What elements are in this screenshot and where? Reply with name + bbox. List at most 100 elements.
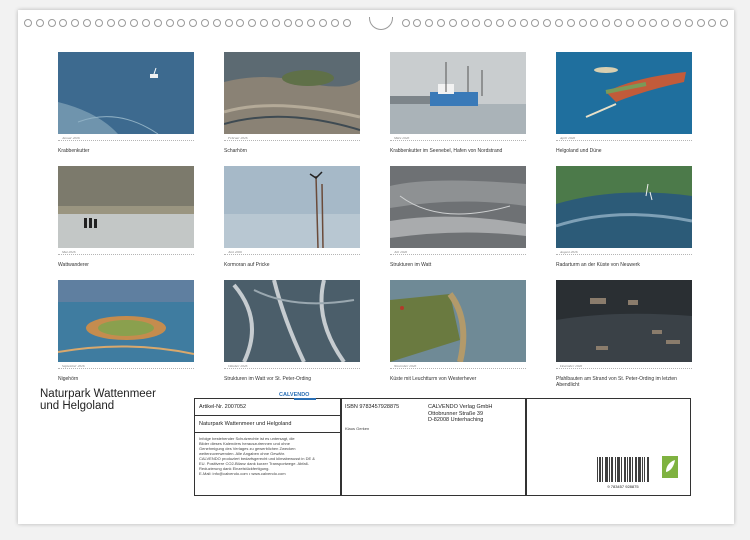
binding-ring-icon [212,19,221,27]
mini-calendar-strip [556,368,692,373]
publisher-address: CALVENDO Verlag GmbH Ottobrunner Straße … [428,404,493,423]
binding-ring-icon [460,19,469,27]
binding-ring-icon [625,19,634,27]
month-label: August 2026 [560,250,578,254]
binding-ring-icon [94,19,103,27]
mini-calendar-strip [390,254,526,259]
binding-ring-icon [413,19,422,27]
binding-ring-icon [248,19,257,27]
mini-calendar-strip [224,140,360,145]
title-line-2: und Helgoland [40,400,115,412]
binding-ring-icon [47,19,56,27]
photo-caption: Pfahlbauten am Strand von St. Peter-Ordi… [556,376,677,388]
photo-caption: Helgoland und Düne [556,148,602,154]
month-photo [556,52,692,134]
author: Klaus Gerken [345,426,370,431]
binding-ring-icon [696,19,705,27]
photo-caption: Krabbenkutter im Seenebel, Hafen von Nor… [390,148,503,154]
month-label: April 2026 [560,136,576,140]
month-photo [390,280,526,362]
binding-ring-icon [637,19,646,27]
month-photo [556,166,692,248]
binding-ring-icon [319,19,327,27]
binding-ring-icon [543,19,552,27]
legal-notice: Infolge bestehender Schutzrechte ist es … [199,436,315,476]
mini-calendar-strip [390,140,526,145]
binding-ring-icon [566,19,575,27]
title-row-divider-2 [194,432,340,433]
mini-calendar-strip [58,368,194,373]
eco-leaf-icon [662,456,678,478]
binding-ring-icon [118,19,127,27]
hanger-hook-icon [369,17,393,30]
month-photo [224,280,360,362]
binding-ring-icon [342,19,351,27]
binding-ring-icon [59,19,68,27]
binding-ring-icon [24,19,32,27]
product-title: Naturpark Wattenmeer und Helgoland [199,421,292,427]
mini-calendar-strip [556,254,692,259]
binding-ring-icon [590,19,599,27]
binding-ring-icon [507,19,516,27]
calvendo-logo: CALVENDO [279,392,316,400]
isbn: ISBN 9783457928875 [345,404,400,410]
photo-caption: Strukturen im Watt [390,262,432,268]
binding-ring-icon [602,19,611,27]
binding-ring-icon [614,19,622,27]
mini-calendar-strip [224,254,360,259]
month-photo [224,166,360,248]
binding-ring-icon [201,19,209,27]
binding-ring-icon [271,19,280,27]
title-line-1: Naturpark Wattenmeer [40,388,156,400]
binding-ring-icon [130,19,139,27]
article-number: Artikel-Nr. 2007052 [199,404,247,410]
binding-ring-icon [448,19,457,27]
photo-caption: Nigehörn [58,376,79,382]
binding-ring-icon [673,19,681,27]
svg-text:CALVENDO: CALVENDO [279,392,310,398]
month-label: November 2026 [394,364,417,368]
binding-ring-icon [71,19,80,27]
binding-ring-icon [165,19,174,27]
photo-caption: Scharhörn [224,148,248,154]
binding-ring-icon [649,19,658,27]
spiral-binding [24,17,729,30]
month-label: Mai 2026 [62,250,76,254]
binding-ring-icon [708,19,717,27]
binding-ring-icon [307,19,316,27]
month-photo [224,52,360,134]
photo-caption: Küste mit Leuchtturm von Westerhever [390,376,477,382]
binding-ring-icon [720,19,729,27]
binding-ring-icon [684,19,693,27]
binding-ring-icon [496,19,504,27]
binding-ring-icon [83,19,91,27]
binding-ring-icon [153,19,162,27]
photo-caption: Radarturm an der Küste von Neuwerk [556,262,640,268]
month-label: Februar 2026 [228,136,248,140]
photo-caption: Krabbenkutter [58,148,90,154]
photo-caption: Kormoran auf Pricke [224,262,270,268]
binding-ring-icon [142,19,150,27]
binding-ring-icon [330,19,339,27]
mini-calendar-strip [58,254,194,259]
month-label: März 2026 [394,136,410,140]
binding-ring-icon [35,19,44,27]
binding-ring-icon [283,19,292,27]
photo-caption: Wattwanderer [58,262,89,268]
calendar-title: Naturpark Wattenmeer und Helgoland [40,388,180,412]
month-photo [58,166,194,248]
svg-text:9 783457 928875: 9 783457 928875 [607,484,639,489]
month-label: Januar 2026 [62,136,80,140]
binding-ring-icon [531,19,540,27]
month-label: Dezember 2026 [560,364,583,368]
binding-ring-icon [260,19,268,27]
mini-calendar-strip [390,368,526,373]
month-photo [58,52,194,134]
binding-ring-icon [189,19,198,27]
photo-caption: Strukturen im Watt vor St. Peter-Ording [224,376,312,382]
binding-ring-icon [437,19,445,27]
month-photo [390,166,526,248]
month-photo [58,280,194,362]
binding-ring-icon [578,19,587,27]
title-row-divider [194,415,340,416]
